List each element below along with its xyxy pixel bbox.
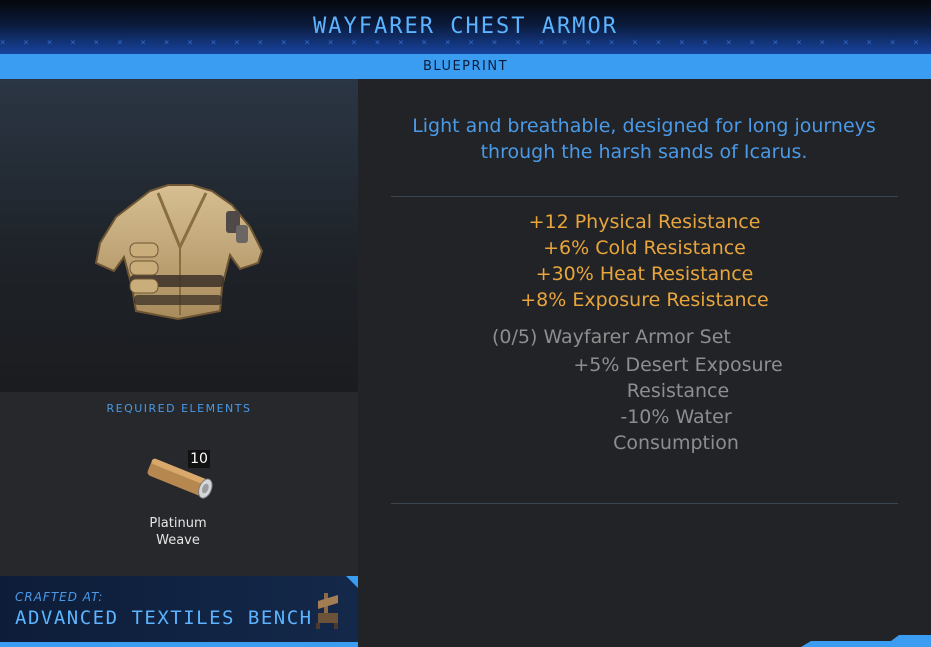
description-line1: Light and breathable, designed for long … bbox=[412, 115, 876, 137]
details-panel: Light and breathable, designed for long … bbox=[358, 79, 931, 647]
crafted-at-label: CRAFTED AT: bbox=[15, 590, 104, 604]
header-bar: ××××××××××××××××××××××××××××××××××××××××… bbox=[0, 0, 931, 54]
armor-set-title: (0/5) Wayfarer Armor Set bbox=[492, 326, 731, 348]
crafted-corner-accent bbox=[346, 576, 358, 588]
header-stars-decoration: ××××××××××××××××××××××××××××××××××××××××… bbox=[0, 38, 931, 48]
description-line2: through the harsh sands of Icarus. bbox=[480, 141, 808, 163]
resource-name-line1: Platinum bbox=[149, 516, 207, 531]
set-bonus-1-line1: +5% Desert Exposure bbox=[573, 354, 783, 376]
stat-line: +8% Exposure Resistance bbox=[520, 289, 769, 311]
resource-name: Platinum Weave bbox=[118, 515, 238, 549]
required-elements-title: REQUIRED ELEMENTS bbox=[106, 402, 252, 415]
stat-line: +6% Cold Resistance bbox=[543, 237, 746, 259]
item-description: Light and breathable, designed for long … bbox=[388, 113, 900, 165]
blueprint-label: BLUEPRINT bbox=[0, 54, 931, 79]
set-bonus-1-line2: Resistance bbox=[626, 380, 730, 402]
divider-bottom bbox=[391, 503, 898, 504]
left-panel: REQUIRED ELEMENTS 10 Platinum Weave CRAF… bbox=[0, 79, 358, 647]
left-bottom-accent bbox=[0, 642, 358, 647]
item-preview bbox=[0, 79, 358, 392]
crafting-station-name: ADVANCED TEXTILES BENCH bbox=[15, 607, 313, 629]
chest-armor-icon bbox=[94, 184, 264, 321]
resource-count: 10 bbox=[188, 450, 210, 468]
set-bonus-1: +5% Desert Exposure Resistance bbox=[558, 352, 798, 404]
stat-line: +30% Heat Resistance bbox=[535, 263, 754, 285]
textiles-bench-icon bbox=[316, 593, 338, 629]
set-bonus-2: -10% Water Consumption bbox=[613, 406, 739, 454]
stats-list: +12 Physical Resistance +6% Cold Resista… bbox=[391, 209, 898, 313]
corner-accent bbox=[801, 635, 931, 647]
item-title: WAYFARER CHEST ARMOR bbox=[313, 14, 618, 39]
stat-line: +12 Physical Resistance bbox=[528, 211, 761, 233]
resource-name-line2: Weave bbox=[156, 533, 200, 548]
divider-top bbox=[391, 196, 898, 197]
crafted-at-panel: CRAFTED AT: ADVANCED TEXTILES BENCH bbox=[0, 576, 358, 642]
